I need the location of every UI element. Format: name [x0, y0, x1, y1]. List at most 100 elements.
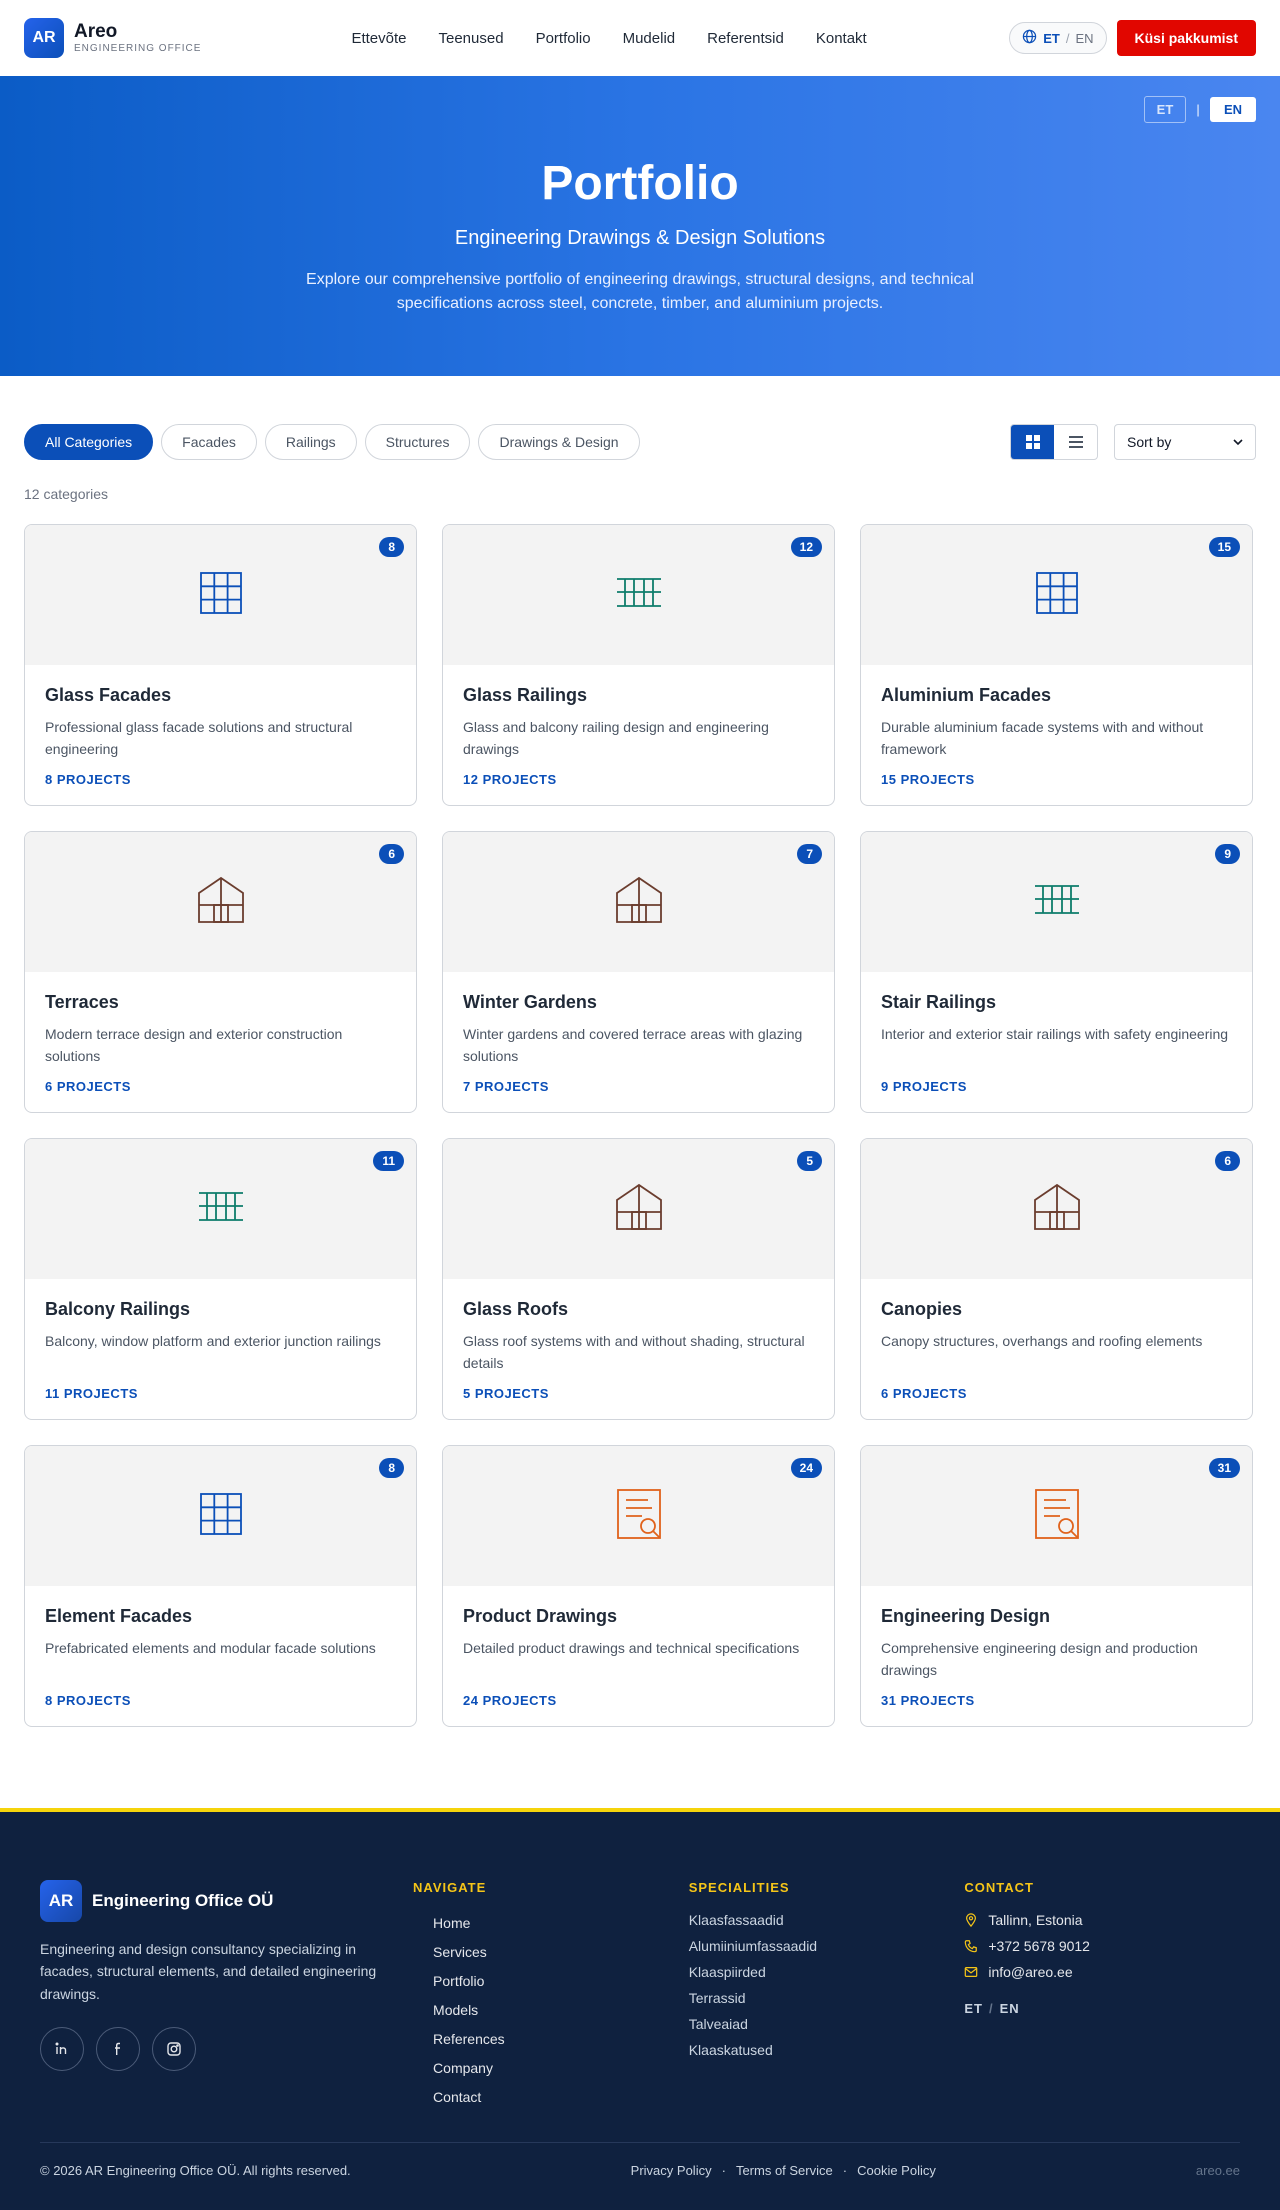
card-image[interactable]: 5 [443, 1139, 834, 1279]
category-card[interactable]: 12 Glass Railings Glass and balcony railin… [442, 524, 835, 806]
terms-of-service-link[interactable]: Terms of Service [736, 2163, 833, 2178]
footer-link-home[interactable]: Home [433, 1909, 689, 1938]
category-card[interactable]: 6 Terraces Modern terrace design and exter… [24, 831, 417, 1113]
card-projects-link[interactable]: 24 PROJECTS [463, 1693, 814, 1708]
footer-link-portfolio[interactable]: Portfolio [433, 1967, 689, 1996]
footer-logo-badge: AR [40, 1880, 82, 1922]
card-title[interactable]: Aluminium Facades [881, 685, 1232, 706]
privacy-policy-link[interactable]: Privacy Policy [631, 2163, 712, 2178]
category-card[interactable]: 8 Element Facades Prefabricated elements a… [24, 1445, 417, 1727]
footer-link-references[interactable]: References [433, 2025, 689, 2054]
nav-item-services[interactable]: Teenused [439, 30, 504, 47]
footer-link-company[interactable]: Company [433, 2054, 689, 2083]
card-title[interactable]: Glass Facades [45, 685, 396, 706]
facebook-button[interactable] [96, 2027, 140, 2072]
footer-lang-en[interactable]: EN [1000, 2001, 1020, 2016]
card-title[interactable]: Canopies [881, 1299, 1232, 1320]
card-projects-link[interactable]: 8 PROJECTS [45, 772, 396, 787]
card-title[interactable]: Engineering Design [881, 1606, 1232, 1627]
card-projects-link[interactable]: 12 PROJECTS [463, 772, 814, 787]
card-image[interactable]: 12 [443, 525, 834, 665]
filter-chip-all[interactable]: All Categories [24, 424, 154, 460]
linkedin-button[interactable] [40, 2027, 84, 2072]
filter-chip-drawings[interactable]: Drawings & Design [478, 424, 640, 460]
grid-view-button[interactable] [1011, 425, 1054, 459]
list-view-button[interactable] [1054, 425, 1097, 459]
language-switcher[interactable]: ET / EN [1009, 22, 1107, 54]
category-card[interactable]: 8 Glass Facades Professional glass facade … [24, 524, 417, 806]
request-quote-button[interactable]: Küsi pakkumist [1116, 20, 1256, 56]
card-projects-link[interactable]: 31 PROJECTS [881, 1693, 1232, 1708]
nav-item-company[interactable]: Ettevõte [351, 30, 406, 47]
footer-speciality-link[interactable]: Klaaskatused [689, 2037, 965, 2063]
nav-item-portfolio[interactable]: Portfolio [536, 30, 591, 47]
hero-lang-et[interactable]: ET [1143, 96, 1187, 123]
filter-chip-facades[interactable]: Facades [161, 424, 257, 460]
contact-location-text: Tallinn, Estonia [988, 1912, 1083, 1928]
footer-link-services[interactable]: Services [433, 1938, 689, 1967]
copyright: © 2026 AR Engineering Office OÜ. All rig… [40, 2163, 351, 2178]
filter-chip-structures[interactable]: Structures [364, 424, 471, 460]
card-projects-link[interactable]: 5 PROJECTS [463, 1386, 814, 1401]
category-card[interactable]: 11 Balcony Railings Balcony, window platfo… [24, 1138, 417, 1420]
card-image[interactable]: 6 [25, 832, 416, 972]
card-image[interactable]: 15 [861, 525, 1252, 665]
card-projects-link[interactable]: 11 PROJECTS [45, 1386, 396, 1401]
card-image[interactable]: 6 [861, 1139, 1252, 1279]
card-image[interactable]: 8 [25, 525, 416, 665]
card-image[interactable]: 31 [861, 1446, 1252, 1586]
logo[interactable]: AR Areo ENGINEERING OFFICE [24, 18, 201, 58]
footer-speciality-link[interactable]: Klaasfassaadid [689, 1907, 965, 1933]
contact-email[interactable]: info@areo.ee [964, 1959, 1240, 1985]
category-card[interactable]: 31 Engineering Design Comprehensive engine… [860, 1445, 1253, 1727]
card-image[interactable]: 9 [861, 832, 1252, 972]
footer-specialities-heading: SPECIALITIES [688, 1880, 790, 1895]
footer-link-models[interactable]: Models [433, 1996, 689, 2025]
card-title[interactable]: Element Facades [45, 1606, 396, 1627]
card-projects-link[interactable]: 6 PROJECTS [45, 1079, 396, 1094]
card-title[interactable]: Glass Railings [463, 685, 814, 706]
nav-item-contact[interactable]: Kontakt [816, 30, 867, 47]
contact-phone-text[interactable]: +372 5678 9012 [988, 1938, 1090, 1954]
lang-en[interactable]: EN [1075, 31, 1093, 46]
nav-item-references[interactable]: Referentsid [707, 30, 784, 47]
filter-chip-railings[interactable]: Railings [264, 424, 357, 460]
footer-link-contact[interactable]: Contact [433, 2083, 689, 2112]
category-card[interactable]: 15 Aluminium Facades Durable aluminium fac… [860, 524, 1253, 806]
cookie-policy-link[interactable]: Cookie Policy [857, 2163, 936, 2178]
category-card[interactable]: 7 Winter Gardens Winter gardens and covere… [442, 831, 835, 1113]
card-projects-link[interactable]: 6 PROJECTS [881, 1386, 1232, 1401]
card-title[interactable]: Winter Gardens [463, 992, 814, 1013]
card-image[interactable]: 8 [25, 1446, 416, 1586]
category-card[interactable]: 5 Glass Roofs Glass roof systems with and … [442, 1138, 835, 1420]
instagram-button[interactable] [152, 2027, 196, 2072]
card-title[interactable]: Terraces [45, 992, 396, 1013]
card-projects-link[interactable]: 8 PROJECTS [45, 1693, 396, 1708]
list-icon [1068, 436, 1083, 448]
card-projects-link[interactable]: 9 PROJECTS [881, 1079, 1232, 1094]
card-image[interactable]: 7 [443, 832, 834, 972]
footer-lang-et[interactable]: ET [964, 2001, 983, 2016]
footer-speciality-link[interactable]: Alumiiniumfassaadid [689, 1933, 965, 1959]
footer-speciality-link[interactable]: Terrassid [689, 1985, 965, 2011]
card-title[interactable]: Balcony Railings [45, 1299, 396, 1320]
card-projects-link[interactable]: 7 PROJECTS [463, 1079, 814, 1094]
nav-item-models[interactable]: Mudelid [623, 30, 676, 47]
hero-lang-en[interactable]: EN [1209, 97, 1256, 122]
card-image[interactable]: 11 [25, 1139, 416, 1279]
lang-et[interactable]: ET [1043, 31, 1060, 46]
contact-email-text[interactable]: info@areo.ee [988, 1964, 1072, 1980]
category-card[interactable]: 9 Stair Railings Interior and exterior sta… [860, 831, 1253, 1113]
category-card[interactable]: 24 Product Drawings Detailed product drawi… [442, 1445, 835, 1727]
sort-select[interactable]: Sort by [1114, 424, 1256, 460]
card-title[interactable]: Product Drawings [463, 1606, 814, 1627]
social-links [40, 2027, 413, 2072]
contact-phone[interactable]: +372 5678 9012 [964, 1933, 1240, 1959]
card-title[interactable]: Stair Railings [881, 992, 1232, 1013]
card-projects-link[interactable]: 15 PROJECTS [881, 772, 1232, 787]
card-title[interactable]: Glass Roofs [463, 1299, 814, 1320]
category-card[interactable]: 6 Canopies Canopy structures, overhangs an… [860, 1138, 1253, 1420]
card-image[interactable]: 24 [443, 1446, 834, 1586]
footer-speciality-link[interactable]: Klaaspiirded [689, 1959, 965, 1985]
footer-speciality-link[interactable]: Talveaiad [689, 2011, 965, 2037]
